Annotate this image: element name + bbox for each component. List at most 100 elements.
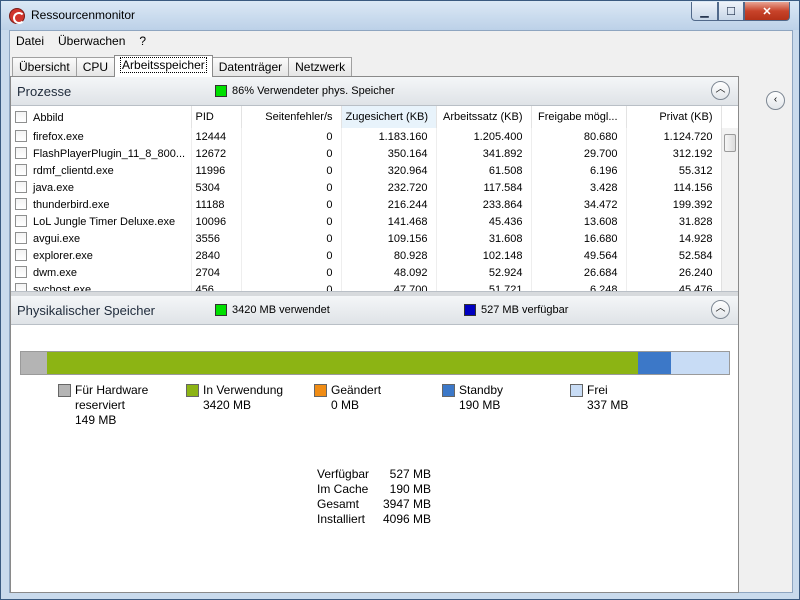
process-value-cell: 0 [241,281,342,291]
process-value-cell: 320.964 [341,162,437,179]
process-name-cell[interactable]: explorer.exe [11,247,192,264]
process-checkbox[interactable] [15,249,27,261]
process-value-cell: 2840 [191,247,242,264]
column-header-abbild[interactable]: Abbild [11,106,192,128]
summary-row: Gesamt 3947 MB [317,497,431,511]
minimize-button[interactable]: ▁ [691,2,718,21]
bar-segment-free [670,352,729,374]
processes-collapse-button[interactable]: ︿ [711,81,730,100]
available-swatch [464,304,476,316]
process-value-cell: 52.924 [436,264,532,281]
chevron-up-icon: ︿ [715,84,726,95]
process-name-cell[interactable]: FlashPlayerPlugin_11_8_800... [11,145,192,162]
process-checkbox[interactable] [15,164,27,176]
select-all-checkbox[interactable] [15,110,27,123]
process-name-cell[interactable]: svchost.exe [11,281,192,291]
process-value-cell: 34.472 [531,196,627,213]
process-value-cell: 0 [241,128,342,145]
processes-scrollbar[interactable] [721,128,738,291]
graph-pane: ‹ [744,76,792,593]
processes-table: Abbild PID Seitenfehler/s Zugesichert (K… [11,106,722,291]
process-value-cell: 114.156 [626,179,722,196]
process-name-cell[interactable]: rdmf_clientd.exe [11,162,192,179]
process-checkbox[interactable] [15,147,27,159]
process-name-cell[interactable]: thunderbird.exe [11,196,192,213]
processes-indicator-text: 86% Verwendeter phys. Speicher [232,85,395,97]
maximize-button[interactable]: ☐ [718,2,744,21]
tab-arbeitsspeicher[interactable]: Arbeitsspeicher [114,55,213,77]
expand-graphs-button[interactable]: ‹ [766,91,785,110]
column-header-privat[interactable]: Privat (KB) [626,106,722,128]
process-name-cell[interactable]: java.exe [11,179,192,196]
process-value-cell: 48.092 [341,264,437,281]
column-header-seitenfehler[interactable]: Seitenfehler/s [241,106,342,128]
process-value-cell: 26.684 [531,264,627,281]
process-value-cell: 12444 [191,128,242,145]
process-name-cell[interactable]: dwm.exe [11,264,192,281]
scrollbar-thumb[interactable] [724,134,736,152]
menu-help[interactable]: ? [139,34,146,48]
column-header-arbeitssatz[interactable]: Arbeitssatz (KB) [436,106,532,128]
legend-swatch-hardware [58,384,71,397]
process-value-cell: 456 [191,281,242,291]
column-header-pid[interactable]: PID [191,106,242,128]
menu-bar: Datei Überwachen ? [10,31,792,51]
process-checkbox[interactable] [15,130,27,142]
processes-header[interactable]: Prozesse 86% Verwendeter phys. Speicher … [11,77,738,106]
table-row[interactable]: svchost.exe 456 0 47.700 51.721 6.248 45.476 [11,281,722,291]
table-row[interactable]: firefox.exe 12444 0 1.183.160 1.205.400 80.68… [11,128,722,145]
process-value-cell: 12672 [191,145,242,162]
table-row[interactable]: java.exe 5304 0 232.720 117.584 3.428 114.156 [11,179,722,196]
process-name-cell[interactable]: LoL Jungle Timer Deluxe.exe [11,213,192,230]
process-value-cell: 13.608 [531,213,627,230]
table-row[interactable]: FlashPlayerPlugin_11_8_800... 12672 0 350.1… [11,145,722,162]
process-name-cell[interactable]: avgui.exe [11,230,192,247]
bar-segment-hardware [21,352,47,374]
table-row[interactable]: dwm.exe 2704 0 48.092 52.924 26.684 26.240 [11,264,722,281]
process-value-cell: 0 [241,264,342,281]
process-value-cell: 312.192 [626,145,722,162]
available-text: 527 MB verfügbar [481,304,569,316]
tab-cpu[interactable]: CPU [75,57,116,77]
process-value-cell: 0 [241,247,342,264]
close-icon: ✕ [762,5,772,18]
tab-netzwerk[interactable]: Netzwerk [288,57,353,77]
process-checkbox[interactable] [15,215,27,227]
table-row[interactable]: LoL Jungle Timer Deluxe.exe 10096 0 141.468… [11,213,722,230]
table-row[interactable]: explorer.exe 2840 0 80.928 102.148 49.564 52.5… [11,247,722,264]
process-value-cell: 1.183.160 [341,128,437,145]
tab-datentraeger[interactable]: Datenträger [211,57,290,77]
tab-uebersicht[interactable]: Übersicht [12,57,77,77]
process-checkbox[interactable] [15,266,27,278]
menu-datei[interactable]: Datei [16,34,44,48]
table-row[interactable]: avgui.exe 3556 0 109.156 31.608 16.680 14.928 [11,230,722,247]
legend-swatch-standby [442,384,455,397]
process-checkbox[interactable] [15,181,27,193]
close-button[interactable]: ✕ [744,2,790,21]
bar-segment-standby [637,352,671,374]
legend-swatch-free [570,384,583,397]
processes-indicator-swatch [215,85,227,97]
menu-ueberwachen[interactable]: Überwachen [58,34,125,48]
physical-memory-header[interactable]: Physikalischer Speicher 3420 MB verwende… [11,296,738,325]
process-value-cell: 117.584 [436,179,532,196]
process-value-cell: 31.608 [436,230,532,247]
process-value-cell: 45.436 [436,213,532,230]
bar-segment-in-use [46,352,638,374]
memory-usage-bar [20,351,730,375]
column-header-zugesichert[interactable]: Zugesichert (KB) [341,106,437,128]
title-bar[interactable]: Ressourcenmonitor ▁ ☐ ✕ [1,1,799,30]
table-row[interactable]: rdmf_clientd.exe 11996 0 320.964 61.508 6.196… [11,162,722,179]
process-checkbox[interactable] [15,198,27,210]
table-row[interactable]: thunderbird.exe 11188 0 216.244 233.864 34.47… [11,196,722,213]
physical-memory-collapse-button[interactable]: ︿ [711,300,730,319]
process-checkbox[interactable] [15,232,27,244]
process-value-cell: 0 [241,162,342,179]
process-name-cell[interactable]: firefox.exe [11,128,192,145]
process-value-cell: 55.312 [626,162,722,179]
process-value-cell: 51.721 [436,281,532,291]
chevron-left-icon: ‹ [773,94,778,105]
column-header-freigabe[interactable]: Freigabe mögl... [531,106,627,128]
process-checkbox[interactable] [15,283,27,291]
process-value-cell: 0 [241,196,342,213]
